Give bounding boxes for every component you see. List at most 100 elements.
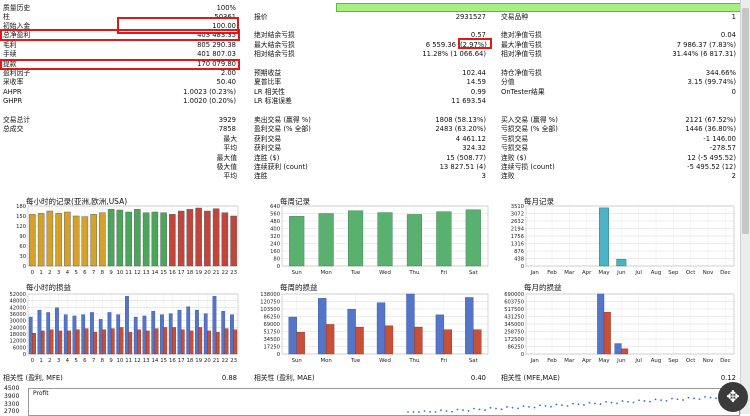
bar — [215, 331, 220, 355]
xtick-label: Jan — [530, 358, 539, 364]
vertical-scrollbar[interactable] — [740, 0, 750, 414]
bar — [110, 328, 115, 355]
scatter-point — [610, 401, 613, 404]
ytick-label: 431250 — [504, 315, 524, 321]
xtick-label: Tue — [350, 358, 361, 364]
xtick-label: Oct — [686, 358, 695, 364]
left-row-10-label: GHPR — [3, 97, 23, 105]
mid-row-1-label: 绝对结余亏损 — [254, 31, 295, 39]
right-row-4-value: 344.66% — [705, 69, 736, 77]
bar — [99, 212, 106, 267]
scatter-point — [467, 410, 470, 412]
left-row-3-value: 403 483.35 — [197, 31, 236, 39]
scatter-point — [528, 405, 530, 408]
scatter-point — [693, 397, 695, 400]
trades-mid-4-label: 连胜 ($) — [254, 154, 280, 162]
xtick-label: Mar — [564, 270, 575, 276]
scatter-point — [429, 410, 431, 413]
scatter-point — [660, 399, 662, 402]
bar — [233, 329, 238, 355]
resize-icon[interactable]: ✥ — [718, 382, 748, 412]
ytick-label: 320 — [270, 234, 280, 240]
bar — [49, 329, 54, 355]
bar — [288, 316, 297, 355]
bar — [154, 328, 159, 355]
ytick-label: 48000 — [9, 299, 26, 305]
bar — [145, 330, 150, 355]
weekly-pnl-plot: 017250 3450051750 6900086250 103500120750 13… — [260, 292, 489, 364]
scatter-point — [643, 400, 646, 402]
ytick-label: 0 — [277, 352, 280, 358]
left-row-0-label: 质量历史 — [3, 4, 31, 12]
ytick-label: 258750 — [504, 330, 524, 336]
ytick-label: 160 — [270, 249, 280, 255]
scatter-point — [451, 410, 453, 413]
trades-mid-2-value: 4 461.12 — [455, 135, 486, 143]
bar — [406, 293, 415, 355]
mid-row-4-label: 预期收益 — [254, 69, 282, 77]
mid-row-2-value: 6 559.36 — [425, 41, 456, 49]
ytick-label: 1316 — [511, 242, 524, 248]
correlation-label-1: 相关性 (盈利, MFE) — [3, 374, 63, 382]
ytick-label: 86250 — [507, 345, 524, 351]
bar — [58, 330, 63, 355]
bar — [224, 328, 229, 355]
scatter-point — [671, 397, 673, 400]
left-row-9-value: 1.0023 (0.23%) — [183, 88, 236, 96]
trades-right-6-label: 连败 — [501, 172, 515, 180]
bar — [81, 314, 86, 355]
bottom-ytick-1: 4500 — [4, 385, 20, 392]
bar — [599, 207, 609, 267]
xtick-label: 4 — [66, 270, 70, 276]
mid-row-6-value: 0.99 — [470, 88, 486, 96]
scatter-point — [407, 411, 409, 413]
xtick-label: Jun — [616, 270, 625, 276]
bar — [67, 330, 71, 355]
ytick-label: 0 — [277, 264, 280, 270]
bar — [177, 309, 182, 355]
scrollbar-thumb[interactable] — [742, 8, 749, 234]
scatter-point — [550, 405, 552, 408]
xtick-label: 7 — [92, 358, 95, 364]
trades-right-2-label: 亏损交易 — [501, 135, 529, 143]
ytick-label: 876 — [514, 249, 524, 255]
scatter-point — [445, 410, 448, 412]
trades-right-1-value: 1446 (36.80%) — [685, 125, 736, 133]
scatter-point — [517, 407, 519, 410]
ytick-label: 90 — [19, 234, 26, 240]
trades-right-3-value: -278.57 — [709, 144, 736, 152]
bar — [142, 315, 147, 355]
right-row-5-label: 分值 — [501, 78, 515, 86]
bar — [384, 325, 394, 355]
xtick-label: May — [598, 270, 610, 276]
monthly-pnl-plot: 086250 172500258750 345000431250 5175006037… — [504, 292, 735, 364]
left-row-7-value: 2.00 — [220, 69, 236, 77]
scatter-point — [533, 406, 536, 409]
bar — [46, 210, 54, 267]
bar — [172, 327, 176, 355]
ytick-label: 30 — [19, 254, 26, 260]
bar — [55, 213, 62, 267]
xtick-label: 21 — [213, 358, 220, 364]
xtick-label: 13 — [143, 270, 150, 276]
xtick-label: 3 — [57, 270, 60, 276]
ytick-label: 120750 — [260, 300, 280, 306]
bar — [90, 214, 97, 267]
xtick-label: Feb — [547, 270, 557, 276]
xtick-label: 19 — [195, 358, 202, 364]
bar — [142, 212, 150, 267]
xtick-label: 10 — [116, 358, 123, 364]
bar — [230, 215, 237, 267]
scatter-point — [462, 409, 464, 412]
bar — [198, 327, 203, 355]
left-row-6-label: 提款 — [3, 60, 17, 68]
ytick-label: 3072 — [511, 212, 524, 218]
ytick-label: 103500 — [260, 307, 280, 313]
scatter-point — [478, 408, 481, 411]
scatter-point — [616, 402, 618, 405]
xtick-label: Nov — [703, 270, 714, 276]
scatter-point — [627, 400, 629, 403]
right-row-1-value: 0.04 — [720, 31, 736, 39]
bar — [436, 211, 452, 267]
xtick-label: 12 — [134, 358, 141, 364]
